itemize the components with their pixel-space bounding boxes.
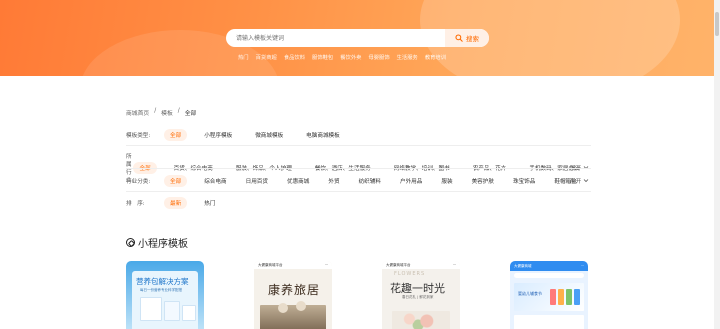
search-bar: 搜索	[226, 29, 489, 47]
product-image	[566, 289, 572, 305]
card-photo	[260, 305, 326, 329]
hero-banner: 搜索 热门 百货商超 食品饮料 服饰鞋包 餐饮外卖 母婴服饰 生活服务 教育培训	[0, 0, 720, 76]
filter-label: 模板类型:	[126, 133, 151, 139]
hot-tag[interactable]: 百货商超	[256, 53, 277, 61]
hot-tag[interactable]: 母婴服饰	[368, 53, 389, 61]
page: 搜索 热门 百货商超 食品饮料 服饰鞋包 餐饮外卖 母婴服饰 生活服务 教育培训…	[0, 0, 720, 329]
filter-industry-class: 行业分类: 全部 综合电商 日用百货 优惠商城 外贸 纺织辅料 户外用品 服装 …	[126, 175, 591, 187]
filter-option-selected[interactable]: 全部	[164, 129, 188, 141]
filter-option[interactable]: 服装	[435, 175, 458, 187]
filter-option[interactable]: 小程序模板	[198, 129, 238, 141]
card-watermark: FLOWERS	[394, 271, 426, 277]
search-input[interactable]	[226, 29, 445, 47]
card-photo-figure	[278, 303, 288, 313]
scrollbar-thumb[interactable]	[715, 12, 719, 36]
card-title: 花趣一时光	[390, 282, 445, 295]
filter-option[interactable]: 优惠商城	[281, 175, 315, 187]
product-image	[574, 289, 580, 305]
hot-tag[interactable]: 生活服务	[397, 53, 418, 61]
sort-row: 排 序: 最新 热门	[126, 197, 232, 209]
card-content	[514, 315, 584, 329]
filter-option-selected[interactable]: 全部	[164, 175, 188, 187]
search-icon	[455, 34, 463, 42]
card-photo	[392, 311, 450, 329]
card-title: 康养旅居	[268, 283, 321, 297]
filter-template-type: 模板类型: 全部 小程序模板 微商城模板 电脑商城模板	[126, 129, 357, 141]
template-card[interactable]: 营养包解决方案 每日一份营养专业科学配搭	[126, 261, 204, 329]
expand-label: 展开	[570, 179, 582, 185]
product-image	[550, 289, 556, 305]
breadcrumb-current: 全部	[184, 111, 197, 117]
card-subtitle: 每日一份营养专业科学配搭	[140, 288, 182, 292]
card-topbar: 大健康商城平台 ···	[254, 261, 332, 269]
filter-option[interactable]: 综合电商	[198, 175, 232, 187]
template-card[interactable]: 大健康商城平台 ··· FLOWERS 花趣一时光 春日花礼 | 鲜花到家	[382, 261, 460, 329]
filter-option[interactable]: 电脑商城模板	[300, 129, 346, 141]
hot-tag[interactable]: 热门	[238, 53, 249, 61]
scrollbar[interactable]	[714, 0, 720, 329]
more-icon: ···	[580, 264, 584, 268]
card-topbar-title: 大健康商城平台	[258, 262, 283, 267]
filter-option[interactable]: 微商城模板	[249, 129, 289, 141]
template-card[interactable]: 大健康商城平台 ··· 康养旅居	[254, 261, 332, 329]
card-topbar-title: 大健康商城平台	[386, 262, 411, 267]
template-card[interactable]: 大健康商城 ··· 婴幼儿辅食节	[510, 261, 588, 329]
chevron-down-icon	[583, 179, 589, 183]
section-title: 小程序模板	[126, 235, 188, 250]
section-title-text: 小程序模板	[138, 239, 188, 250]
breadcrumb-templates[interactable]: 模板	[161, 108, 173, 117]
filter-option[interactable]: 纺织辅料	[353, 175, 387, 187]
card-title: 营养包解决方案	[136, 277, 189, 286]
filter-label: 行业分类:	[126, 179, 151, 185]
filter-option[interactable]: 日用百货	[240, 175, 274, 187]
search-button-label: 搜索	[466, 35, 479, 43]
product-image	[164, 301, 180, 321]
card-search	[514, 273, 584, 278]
sort-label: 排 序:	[126, 201, 145, 207]
more-icon: ···	[452, 263, 456, 267]
hot-tag[interactable]: 服饰鞋包	[312, 53, 333, 61]
link-icon	[126, 238, 135, 247]
filter-option[interactable]: 外贸	[322, 175, 345, 187]
card-caption: 春日花礼 | 鲜花到家	[402, 295, 434, 299]
filter-option[interactable]: 户外用品	[394, 175, 428, 187]
card-topbar: 大健康商城平台 ···	[382, 261, 460, 269]
expand-label: 展开	[570, 166, 582, 172]
card-photo-figure	[296, 301, 306, 311]
card-banner-title: 婴幼儿辅食节	[518, 291, 542, 296]
breadcrumb-sep: /	[154, 108, 157, 114]
card-topbar-title: 大健康商城	[514, 263, 532, 268]
divider	[126, 145, 591, 146]
product-image	[558, 289, 564, 305]
product-image	[140, 297, 162, 321]
hot-tag[interactable]: 餐饮外卖	[340, 53, 361, 61]
search-button[interactable]: 搜索	[445, 29, 489, 47]
breadcrumb-home[interactable]: 商城首页	[126, 108, 149, 117]
breadcrumb-sep: /	[177, 108, 180, 114]
filter-option[interactable]: 珠宝饰品	[507, 175, 541, 187]
sort-option-selected[interactable]: 最新	[164, 197, 188, 209]
filter-option[interactable]: 美容护肤	[466, 175, 500, 187]
sort-option[interactable]: 热门	[198, 197, 221, 209]
divider	[126, 168, 591, 169]
card-topbar: 大健康商城 ···	[510, 261, 588, 271]
product-image	[182, 305, 196, 321]
more-icon: ···	[324, 263, 328, 267]
divider	[126, 191, 591, 192]
expand-button[interactable]: 展开	[570, 177, 589, 185]
breadcrumb: 商城首页 / 模板 / 全部	[126, 108, 196, 117]
hot-tag[interactable]: 食品饮料	[284, 53, 305, 61]
hot-tag[interactable]: 教育培训	[425, 53, 446, 61]
hot-tags: 热门 百货商超 食品饮料 服饰鞋包 餐饮外卖 母婴服饰 生活服务 教育培训	[238, 53, 446, 61]
